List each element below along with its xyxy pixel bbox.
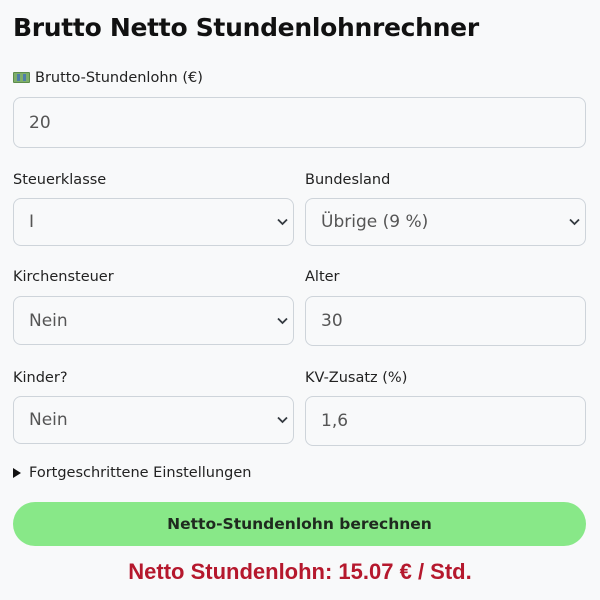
- advanced-settings-label: Fortgeschrittene Einstellungen: [29, 465, 252, 481]
- chevron-down-icon: [275, 215, 289, 229]
- children-value: Nein: [29, 410, 68, 430]
- church-tax-select[interactable]: Nein: [13, 296, 294, 345]
- children-label: Kinder?: [13, 370, 68, 386]
- disclosure-triangle-icon: [13, 468, 21, 478]
- tax-class-value: I: [29, 212, 35, 232]
- hourly-wage-label-text: Brutto-Stundenlohn (€): [35, 70, 203, 86]
- kv-extra-value: 1,6: [321, 411, 349, 431]
- state-value: Übrige (9 %): [321, 212, 429, 232]
- age-input[interactable]: 30: [305, 296, 586, 346]
- chevron-down-icon: [567, 215, 581, 229]
- tax-class-select[interactable]: I: [13, 198, 294, 246]
- age-label: Alter: [305, 269, 340, 285]
- state-label: Bundesland: [305, 172, 391, 188]
- hourly-wage-input[interactable]: 20: [13, 97, 586, 148]
- net-wage-result: Netto Stundenlohn: 15.07 € / Std.: [128, 559, 472, 584]
- kv-extra-input[interactable]: 1,6: [305, 396, 586, 446]
- calculate-button[interactable]: Netto-Stundenlohn berechnen: [13, 502, 586, 546]
- church-tax-value: Nein: [29, 310, 68, 331]
- page-title: Brutto Netto Stundenlohnrechner: [13, 13, 479, 42]
- hourly-wage-label: Brutto-Stundenlohn (€): [13, 70, 203, 86]
- kv-extra-label: KV-Zusatz (%): [305, 370, 408, 386]
- children-select[interactable]: Nein: [13, 396, 294, 444]
- church-tax-label: Kirchensteuer: [13, 269, 114, 285]
- chevron-down-icon: [275, 314, 289, 328]
- age-value: 30: [321, 311, 343, 331]
- banknote-icon: [13, 72, 30, 83]
- tax-class-label: Steuerklasse: [13, 172, 107, 188]
- chevron-down-icon: [275, 413, 289, 427]
- hourly-wage-value: 20: [29, 112, 51, 133]
- advanced-settings-toggle[interactable]: Fortgeschrittene Einstellungen: [13, 465, 251, 481]
- state-select[interactable]: Übrige (9 %): [305, 198, 586, 246]
